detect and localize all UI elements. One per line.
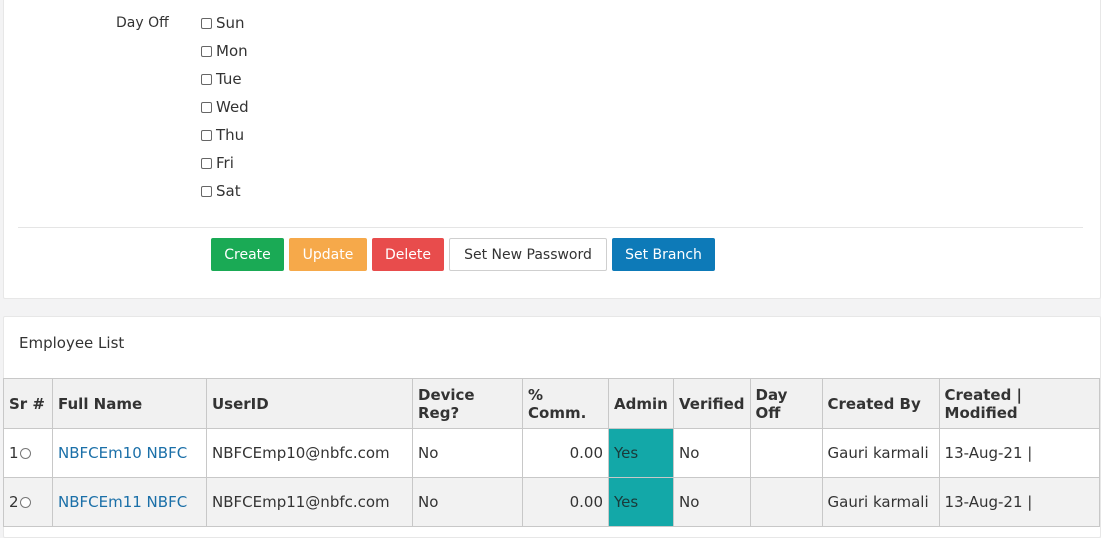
col-sr[interactable]: Sr # [3, 378, 53, 429]
day-option-thu[interactable]: Thu [201, 121, 249, 149]
delete-button[interactable]: Delete [372, 238, 444, 271]
cell-admin: Yes [608, 477, 674, 527]
cell-comm: 0.00 [522, 477, 609, 527]
set-new-password-button[interactable]: Set New Password [449, 238, 607, 271]
table-row[interactable]: 2 NBFCEm11 NBFC NBFCEmp11@nbfc.com No 0.… [3, 477, 1100, 527]
form-divider [18, 227, 1083, 228]
col-created-modified[interactable]: Created | Modified [938, 378, 1100, 429]
day-option-sun[interactable]: Sun [201, 9, 249, 37]
form-actions: Create Update Delete Set New Password Se… [211, 238, 720, 271]
day-label: Fri [216, 154, 234, 172]
day-label: Sat [216, 182, 241, 200]
cell-userid: NBFCEmp11@nbfc.com [206, 477, 413, 527]
table-row[interactable]: 1 NBFCEm10 NBFC NBFCEmp10@nbfc.com No 0.… [3, 428, 1100, 478]
day-option-wed[interactable]: Wed [201, 93, 249, 121]
checkbox-sun[interactable] [201, 17, 212, 29]
col-admin[interactable]: Admin [608, 378, 674, 429]
cell-sr: 1 [3, 428, 53, 478]
day-label: Thu [216, 126, 245, 144]
cell-created-by: Gauri karmali [821, 428, 940, 478]
day-off-checkbox-group: Sun Mon Tue Wed Thu Fri Sat [201, 9, 249, 205]
cell-comm: 0.00 [522, 428, 609, 478]
employee-list-title: Employee List [19, 334, 125, 352]
col-full-name[interactable]: Full Name [52, 378, 207, 429]
cell-day-off [749, 477, 823, 527]
day-option-mon[interactable]: Mon [201, 37, 249, 65]
checkbox-thu[interactable] [201, 129, 212, 141]
set-branch-button[interactable]: Set Branch [612, 238, 715, 271]
employee-table: Sr # Full Name UserID Device Reg? % Comm… [3, 378, 1100, 527]
day-option-fri[interactable]: Fri [201, 149, 249, 177]
table-header-row: Sr # Full Name UserID Device Reg? % Comm… [3, 378, 1100, 429]
day-label: Tue [216, 70, 242, 88]
day-label: Mon [216, 42, 248, 60]
checkbox-wed[interactable] [201, 101, 212, 113]
cell-userid: NBFCEmp10@nbfc.com [206, 428, 413, 478]
employee-name-link[interactable]: NBFCEm11 NBFC [52, 477, 207, 527]
day-label: Sun [216, 14, 245, 32]
day-option-sat[interactable]: Sat [201, 177, 249, 205]
day-option-tue[interactable]: Tue [201, 65, 249, 93]
checkbox-fri[interactable] [201, 157, 212, 169]
cell-created-by: Gauri karmali [821, 477, 940, 527]
checkbox-sat[interactable] [201, 185, 212, 197]
sr-number: 1 [9, 443, 19, 462]
checkbox-tue[interactable] [201, 73, 212, 85]
cell-device-reg: No [412, 428, 523, 478]
col-verified[interactable]: Verified [673, 378, 751, 429]
day-label: Wed [216, 98, 249, 116]
cell-admin: Yes [608, 428, 674, 478]
col-created-by[interactable]: Created By [821, 378, 940, 429]
row-select-radio[interactable] [19, 447, 31, 459]
row-select-radio[interactable] [19, 496, 31, 508]
create-button[interactable]: Create [211, 238, 284, 271]
cell-verified: No [673, 428, 751, 478]
cell-sr: 2 [3, 477, 53, 527]
col-day-off[interactable]: Day Off [749, 378, 823, 429]
col-device-reg[interactable]: Device Reg? [412, 378, 523, 429]
cell-device-reg: No [412, 477, 523, 527]
cell-created-modified: 13-Aug-21 | [938, 428, 1100, 478]
cell-verified: No [673, 477, 751, 527]
col-userid[interactable]: UserID [206, 378, 413, 429]
update-button[interactable]: Update [289, 238, 367, 271]
cell-created-modified: 13-Aug-21 | [938, 477, 1100, 527]
day-off-label: Day Off [116, 15, 169, 31]
cell-day-off [749, 428, 823, 478]
col-comm[interactable]: % Comm. [522, 378, 609, 429]
sr-number: 2 [9, 492, 19, 511]
employee-name-link[interactable]: NBFCEm10 NBFC [52, 428, 207, 478]
checkbox-mon[interactable] [201, 45, 212, 57]
